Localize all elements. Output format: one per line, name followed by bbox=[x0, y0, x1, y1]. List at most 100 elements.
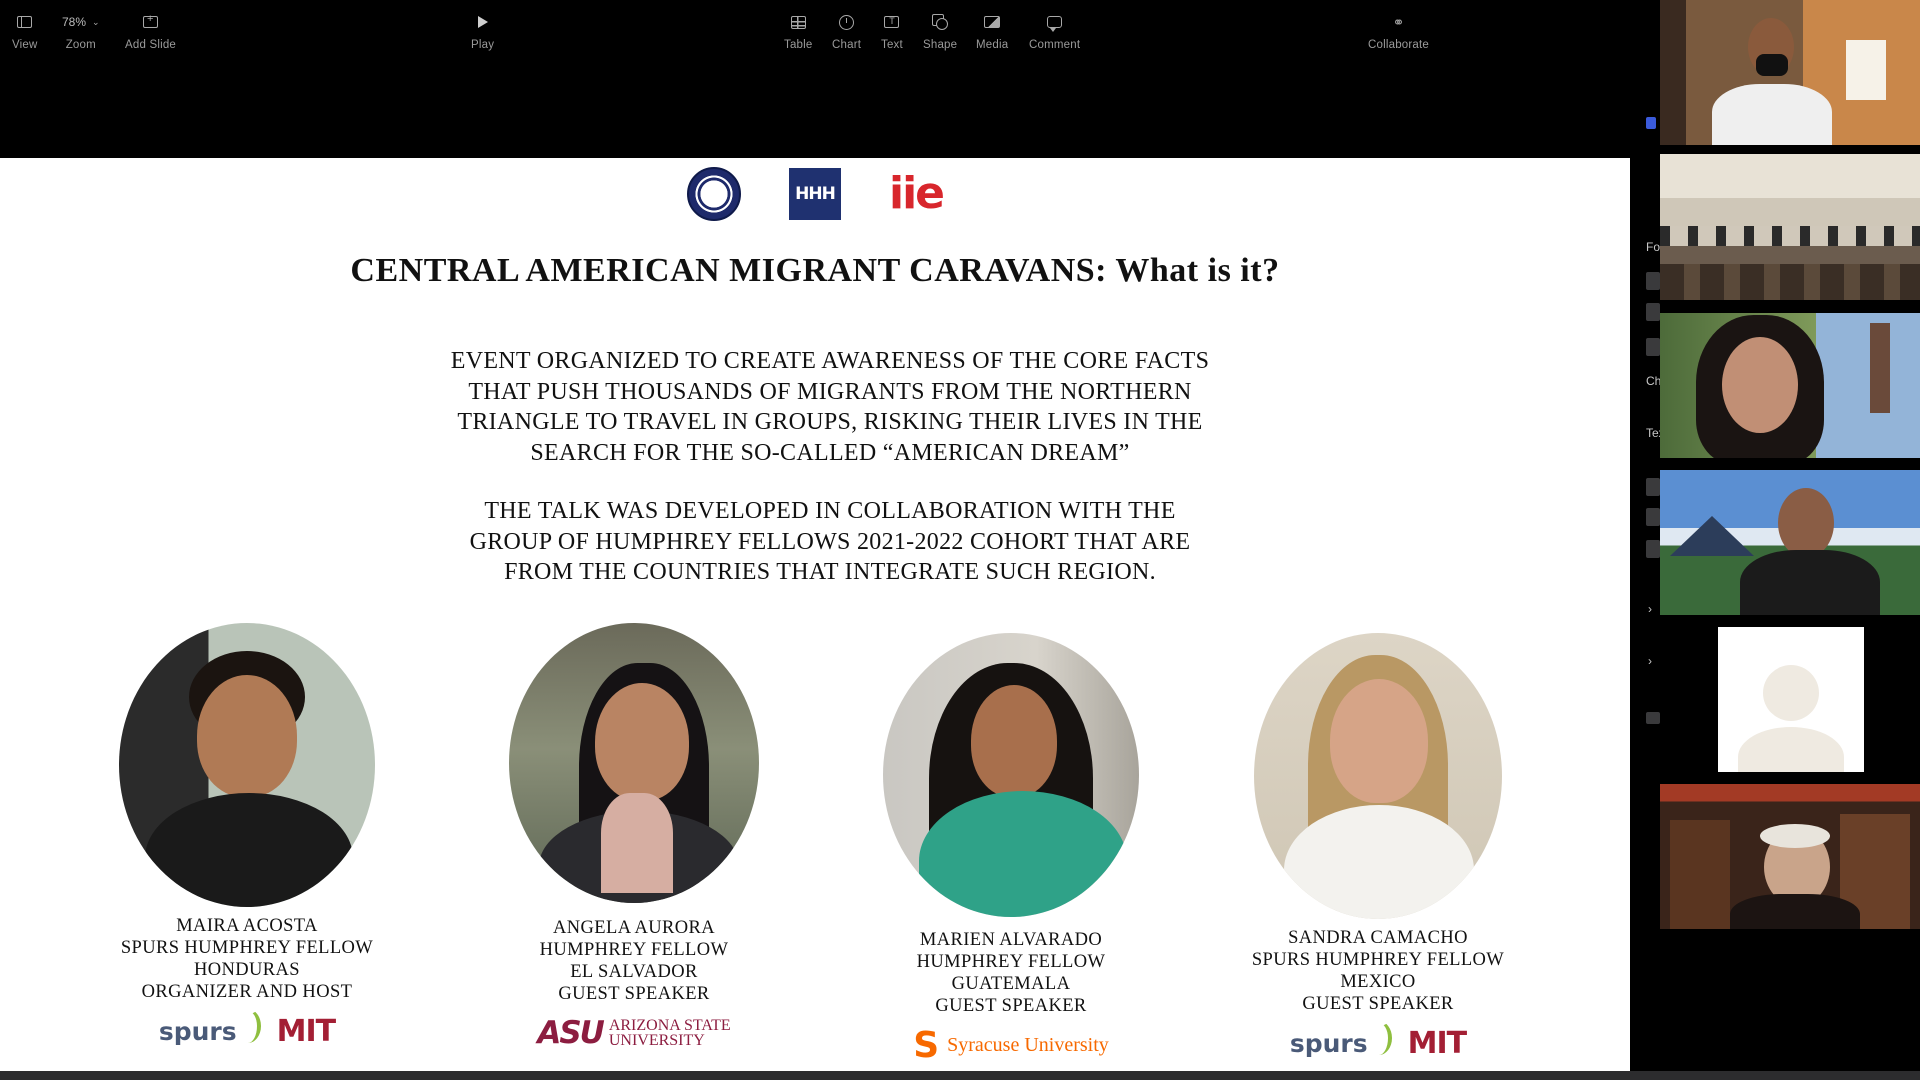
format-control[interactable] bbox=[1646, 272, 1660, 290]
bottom-scroll-bar[interactable] bbox=[0, 1071, 1920, 1080]
play-label: Play bbox=[471, 39, 495, 51]
chevron-right-icon[interactable]: › bbox=[1648, 602, 1652, 616]
collaborate-button[interactable]: ⚭ Collaborate bbox=[1368, 12, 1430, 52]
speaker-role: SPURS HUMPHREY FELLOW bbox=[120, 938, 374, 958]
participant-video-tile[interactable] bbox=[1660, 313, 1920, 458]
asu-logo: ASU ARIZONA STATE UNIVERSITY bbox=[537, 1015, 731, 1051]
add-slide-label: Add Slide bbox=[125, 39, 177, 51]
speaker-photo bbox=[1254, 633, 1502, 919]
speaker-card-maira-acosta: MAIRA ACOSTA SPURS HUMPHREY FELLOW HONDU… bbox=[97, 623, 397, 1053]
speaker-duty: GUEST SPEAKER bbox=[935, 996, 1087, 1016]
speaker-org-logos: spurs MIT bbox=[1228, 1020, 1528, 1065]
speaker-caption: ANGELA AURORA HUMPHREY FELLOW EL SALVADO… bbox=[484, 917, 784, 1005]
shape-button[interactable]: Shape bbox=[923, 12, 957, 51]
state-department-seal-icon bbox=[686, 167, 741, 221]
speaker-photo bbox=[119, 623, 375, 907]
comment-label: Comment bbox=[1029, 39, 1081, 51]
chevron-right-icon[interactable]: › bbox=[1648, 654, 1652, 668]
participant-video-tile[interactable] bbox=[1660, 154, 1920, 300]
speaker-caption: MARIEN ALVARADO HUMPHREY FELLOW GUATEMAL… bbox=[861, 929, 1161, 1017]
mit-logo: MIT bbox=[1407, 1025, 1467, 1061]
speaker-role: SPURS HUMPHREY FELLOW bbox=[1251, 950, 1505, 970]
avatar-body bbox=[1738, 727, 1844, 772]
speaker-duty: ORGANIZER AND HOST bbox=[141, 982, 353, 1002]
format-tab-marker bbox=[1646, 117, 1656, 129]
speaker-country: EL SALVADOR bbox=[570, 962, 698, 982]
comment-icon bbox=[1047, 16, 1063, 32]
add-slide-button[interactable]: Add Slide bbox=[125, 12, 176, 51]
collaborate-icon: ⚭ bbox=[1392, 13, 1405, 30]
table-label: Table bbox=[784, 39, 813, 51]
paragraph-line: FROM THE COUNTRIES THAT INTEGRATE SUCH R… bbox=[504, 559, 1156, 586]
speaker-caption: SANDRA CAMACHO SPURS HUMPHREY FELLOW MEX… bbox=[1228, 927, 1528, 1015]
participant-video-tile[interactable] bbox=[1660, 0, 1920, 145]
collaborate-label: Collaborate bbox=[1368, 39, 1430, 51]
paragraph-line: EVENT ORGANIZED TO CREATE AWARENESS OF T… bbox=[450, 348, 1210, 374]
collaboration-paragraph: THE TALK WAS DEVELOPED IN COLLABORATION … bbox=[300, 496, 1360, 588]
speaker-card-sandra-camacho: SANDRA CAMACHO SPURS HUMPHREY FELLOW MEX… bbox=[1228, 633, 1528, 1065]
speaker-photo bbox=[883, 633, 1139, 917]
syracuse-logo: S Syracuse University bbox=[913, 1024, 1109, 1066]
paragraph-line: THE TALK WAS DEVELOPED IN COLLABORATION … bbox=[484, 498, 1176, 524]
avatar-head bbox=[1763, 665, 1819, 721]
speaker-photo bbox=[509, 623, 759, 903]
chevron-down-icon: ⌄ bbox=[92, 16, 100, 27]
speaker-name: MAIRA ACOSTA bbox=[176, 916, 318, 936]
speaker-country: HONDURAS bbox=[194, 960, 300, 980]
table-icon bbox=[790, 15, 806, 29]
view-label: View bbox=[12, 39, 38, 51]
text-box-icon: T bbox=[884, 16, 900, 28]
media-icon bbox=[984, 16, 1001, 28]
format-control[interactable] bbox=[1646, 540, 1660, 558]
speaker-duty: GUEST SPEAKER bbox=[558, 984, 710, 1004]
paragraph-line: SEARCH FOR THE SO-CALLED “AMERICAN DREAM… bbox=[530, 439, 1130, 466]
zoom-value: 78% bbox=[62, 15, 87, 29]
play-icon bbox=[477, 16, 488, 28]
participant-video-tile[interactable] bbox=[1660, 784, 1920, 929]
format-control[interactable] bbox=[1646, 303, 1660, 321]
intro-paragraph: EVENT ORGANIZED TO CREATE AWARENESS OF T… bbox=[300, 346, 1360, 468]
text-button[interactable]: T Text bbox=[881, 12, 903, 51]
chart-label: Chart bbox=[832, 39, 862, 51]
format-control[interactable] bbox=[1646, 338, 1660, 356]
format-control[interactable] bbox=[1646, 712, 1660, 724]
iie-logo: iie bbox=[888, 168, 945, 219]
speaker-caption: MAIRA ACOSTA SPURS HUMPHREY FELLOW HONDU… bbox=[97, 915, 397, 1003]
table-button[interactable]: Table bbox=[784, 12, 813, 51]
participant-video-tile[interactable] bbox=[1660, 470, 1920, 615]
text-label: Text bbox=[881, 39, 903, 51]
slide-canvas[interactable]: HHH iie CENTRAL AMERICAN MIGRANT CARAVAN… bbox=[0, 158, 1630, 1071]
zoom-button[interactable]: 78% ⌄ Zoom bbox=[62, 12, 100, 51]
participant-avatar-placeholder[interactable] bbox=[1718, 627, 1864, 772]
sidebar-icon bbox=[17, 16, 33, 28]
speaker-name: SANDRA CAMACHO bbox=[1288, 928, 1468, 948]
speaker-card-marien-alvarado: MARIEN ALVARADO HUMPHREY FELLOW GUATEMAL… bbox=[861, 633, 1161, 1067]
shape-icon bbox=[932, 14, 949, 30]
media-button[interactable]: Media bbox=[976, 12, 1008, 51]
speaker-name: MARIEN ALVARADO bbox=[919, 930, 1103, 950]
shape-label: Shape bbox=[923, 39, 958, 51]
spurs-logo: spurs bbox=[1290, 1020, 1392, 1058]
speaker-duty: GUEST SPEAKER bbox=[1302, 994, 1454, 1014]
speaker-country: GUATEMALA bbox=[951, 974, 1071, 994]
play-button[interactable]: Play bbox=[471, 12, 494, 51]
speaker-role: HUMPHREY FELLOW bbox=[916, 952, 1106, 972]
chart-icon bbox=[839, 14, 855, 30]
speaker-org-logos: S Syracuse University bbox=[861, 1023, 1161, 1067]
speaker-role: HUMPHREY FELLOW bbox=[539, 940, 729, 960]
format-control[interactable] bbox=[1646, 508, 1660, 526]
video-participants-panel: Fo Ch Tex › › bbox=[1630, 0, 1920, 1080]
sponsor-logos: HHH iie bbox=[0, 164, 1630, 224]
comment-button[interactable]: Comment bbox=[1029, 12, 1080, 51]
paragraph-line: GROUP OF HUMPHREY FELLOWS 2021-2022 COHO… bbox=[469, 528, 1191, 555]
speaker-org-logos: ASU ARIZONA STATE UNIVERSITY bbox=[484, 1011, 784, 1055]
speaker-country: MEXICO bbox=[1340, 972, 1416, 992]
view-button[interactable]: View bbox=[12, 12, 38, 51]
speaker-name: ANGELA AURORA bbox=[553, 918, 715, 938]
format-control[interactable] bbox=[1646, 478, 1660, 496]
speaker-card-angela-aurora: ANGELA AURORA HUMPHREY FELLOW EL SALVADO… bbox=[484, 623, 784, 1055]
mit-logo: MIT bbox=[276, 1013, 336, 1049]
chart-button[interactable]: Chart bbox=[832, 12, 861, 51]
speaker-org-logos: spurs MIT bbox=[97, 1008, 397, 1053]
slide-title: CENTRAL AMERICAN MIGRANT CARAVANS: What … bbox=[350, 252, 1280, 289]
